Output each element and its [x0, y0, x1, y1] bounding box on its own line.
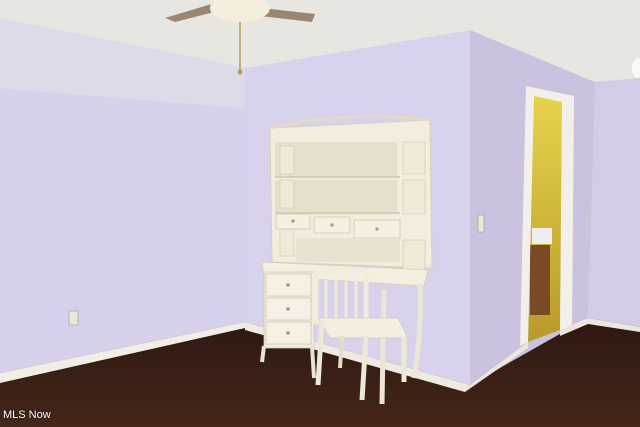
watermark-text: MLS Now	[3, 409, 51, 421]
light-switch	[477, 214, 485, 233]
room-photo	[0, 0, 640, 427]
wall-outlet	[68, 310, 79, 326]
bathroom-cabinet	[530, 245, 550, 315]
far-right-wall	[588, 78, 640, 327]
desk-hutch	[269, 114, 433, 275]
